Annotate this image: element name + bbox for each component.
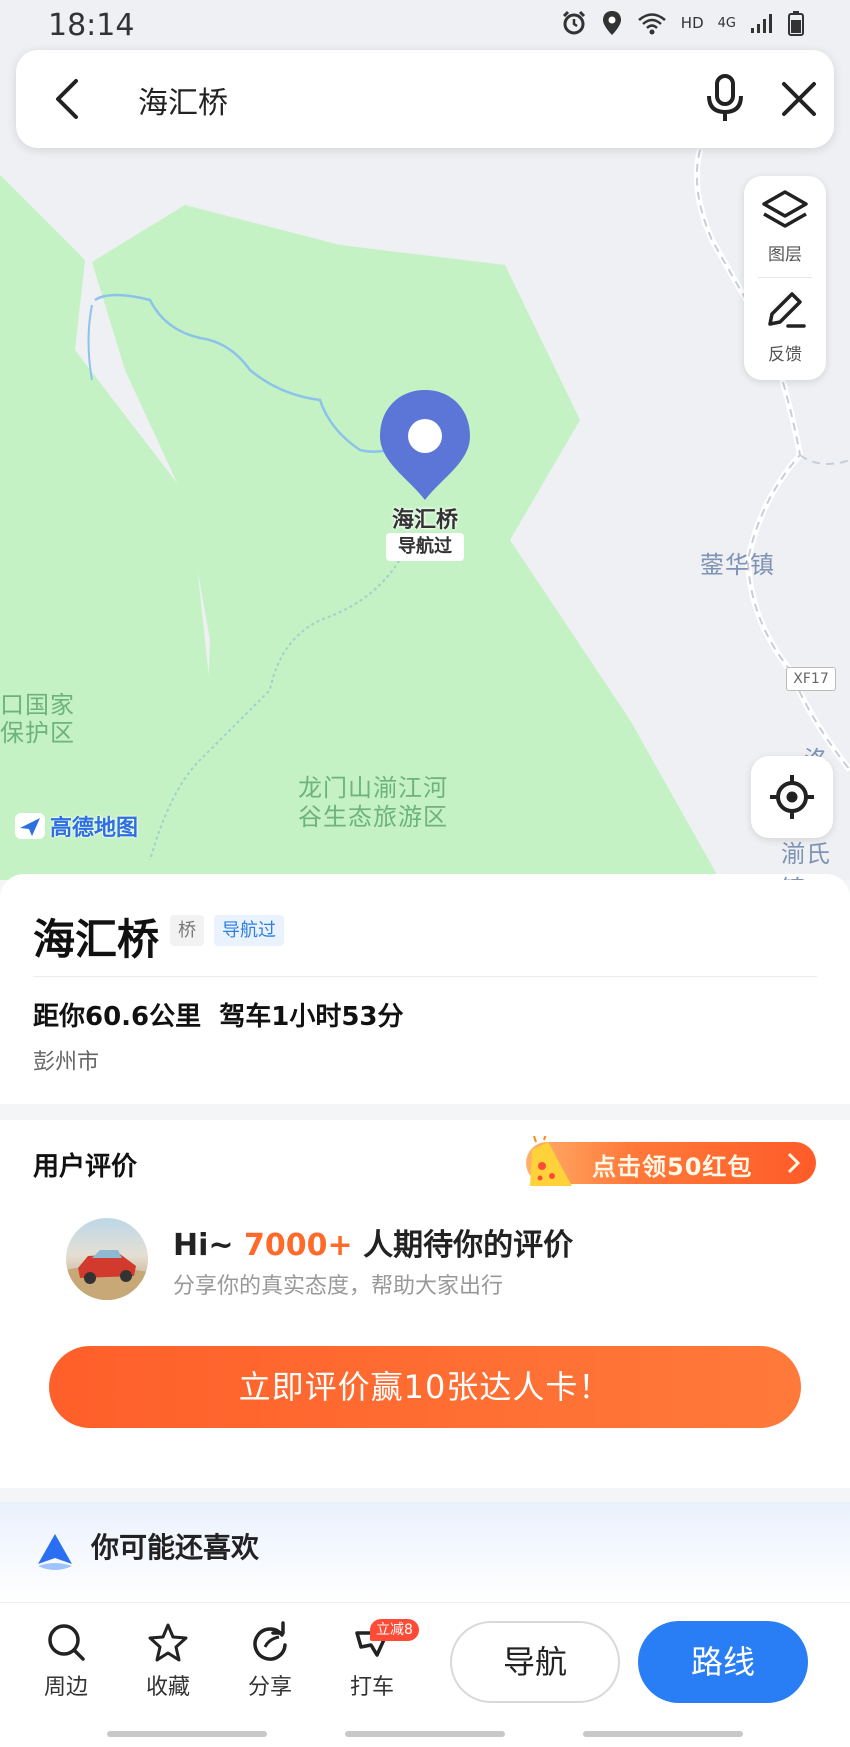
signal-4g-label: 4G	[717, 15, 736, 31]
crosshair-icon	[770, 775, 814, 819]
layers-label: 图层	[768, 245, 802, 265]
search-bar: 海汇桥	[16, 50, 834, 148]
search-icon	[48, 1624, 85, 1661]
poi-region: 彭州市	[33, 1050, 100, 1075]
clear-search-button[interactable]	[776, 76, 822, 122]
map-label-town: 湔氏镇	[781, 840, 831, 880]
navigated-tag: 导航过	[214, 915, 284, 946]
share-icon	[253, 1621, 287, 1661]
car-image-icon	[66, 1250, 148, 1300]
back-button[interactable]	[46, 76, 92, 122]
tools-divider	[758, 277, 812, 278]
recommendations-section: 你可能还喜欢	[0, 1502, 850, 1602]
close-icon	[782, 82, 816, 116]
alarm-icon	[562, 10, 585, 35]
pin-badge: 导航过	[386, 533, 464, 561]
favorite-label: 收藏	[145, 1675, 190, 1700]
status-time: 18:14	[48, 8, 135, 43]
reviews-title: 用户评价	[33, 1152, 138, 1182]
write-review-button[interactable]: 立即评价赢10张达人卡！	[49, 1346, 801, 1428]
map-logo-text: 高德地图	[50, 816, 139, 841]
waiting-count: 7000+	[243, 1228, 353, 1263]
poi-detail-sheet: 海汇桥 桥 导航过 距你60.6公里 驾车1小时53分 彭州市	[0, 874, 850, 1104]
nearby-button[interactable]: 周边	[30, 1621, 102, 1701]
poi-type-tag: 桥	[170, 915, 204, 946]
map-label-town: 蓥华镇	[700, 551, 775, 579]
signal-bars-icon	[751, 14, 772, 33]
promo-label: 点击领50红包	[592, 1153, 753, 1181]
wifi-icon	[637, 13, 666, 35]
search-input[interactable]: 海汇桥	[138, 78, 228, 122]
amap-arrow-icon	[38, 1534, 72, 1570]
taxi-discount-badge: 立减8	[370, 1619, 419, 1641]
poi-title: 海汇桥	[33, 915, 160, 964]
pencil-icon	[768, 292, 806, 328]
hi-prefix: Hi~	[173, 1228, 244, 1263]
review-invite-heading: Hi~ 7000+ 人期待你的评价	[173, 1220, 573, 1264]
review-avatar	[66, 1218, 148, 1300]
map-label-scenic: 谷生态旅游区	[298, 803, 448, 831]
nearby-label: 周边	[43, 1675, 88, 1700]
review-invite-subtitle: 分享你的真实态度，帮助大家出行	[173, 1274, 504, 1299]
feedback-button[interactable]: 反馈	[744, 288, 826, 365]
layers-icon	[762, 190, 808, 228]
gift-icon	[530, 1136, 572, 1186]
chevron-right-icon	[787, 1152, 801, 1174]
favorite-button[interactable]: 收藏	[132, 1621, 204, 1701]
sheet-divider	[33, 976, 817, 977]
taxi-label: 打车	[349, 1675, 394, 1700]
red-packet-promo-button[interactable]: 点击领50红包	[526, 1136, 816, 1186]
map-tools-panel: 图层 反馈	[744, 176, 826, 380]
share-button[interactable]: 分享	[234, 1621, 306, 1701]
locate-me-button[interactable]	[751, 756, 833, 838]
microphone-icon	[707, 74, 743, 121]
map-logo: 高德地图	[14, 810, 138, 842]
distance-info: 距你60.6公里 驾车1小时53分	[33, 1002, 404, 1032]
feedback-label: 反馈	[768, 345, 802, 365]
route-button[interactable]: 路线	[638, 1621, 808, 1703]
recommend-title: 你可能还喜欢	[91, 1531, 260, 1564]
road-number-badge: XF17	[786, 667, 836, 691]
user-reviews-card: 用户评价 点击领50红包 Hi~ 7000+ 人期待你的评价 分享你的真实态度，…	[0, 1120, 850, 1488]
status-icons: HD 4G	[561, 10, 804, 36]
hi-suffix: 人期待你的评价	[352, 1228, 574, 1263]
pin-name-label[interactable]: 海汇桥	[380, 502, 470, 534]
star-icon	[148, 1623, 188, 1662]
status-bar: 18:14 HD 4G	[0, 0, 850, 48]
layers-button[interactable]: 图层	[744, 188, 826, 265]
share-label: 分享	[247, 1675, 292, 1700]
nav-indicator	[583, 1731, 743, 1737]
amap-logo-icon	[15, 813, 45, 839]
back-arrow-icon	[56, 79, 78, 119]
battery-icon	[788, 11, 804, 36]
bottom-action-bar: 周边 收藏 分享 打车 立减8 导航 路线	[0, 1602, 850, 1747]
nav-indicator	[345, 1731, 505, 1737]
nav-indicator	[107, 1731, 267, 1737]
navigate-button[interactable]: 导航	[450, 1621, 620, 1703]
location-status-icon	[602, 11, 621, 35]
map-label-reserve: 保护区	[0, 719, 75, 747]
network-hd-label: HD	[680, 14, 704, 32]
voice-search-button[interactable]	[702, 74, 748, 124]
